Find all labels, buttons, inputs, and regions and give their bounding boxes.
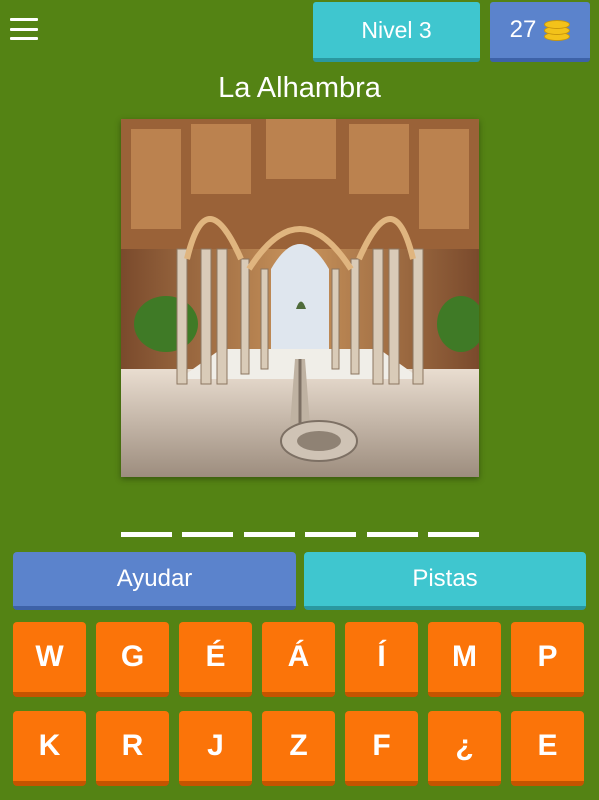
letter-key[interactable]: Á — [262, 622, 335, 697]
letter-key[interactable]: W — [13, 622, 86, 697]
answer-slot[interactable] — [121, 532, 172, 537]
answer-slot[interactable] — [366, 532, 418, 537]
answer-slot[interactable] — [305, 532, 357, 537]
hamburger-menu-icon[interactable] — [10, 18, 38, 40]
letter-key[interactable]: J — [179, 711, 252, 786]
hints-button-label: Pistas — [412, 565, 478, 592]
answer-slot[interactable] — [427, 532, 479, 537]
letter-key[interactable]: M — [428, 622, 501, 697]
answer-slot[interactable] — [182, 532, 234, 537]
letter-key[interactable]: Z — [262, 711, 335, 786]
coins-count: 27 — [509, 16, 537, 43]
puzzle-image — [121, 119, 479, 477]
puzzle-title: La Alhambra — [218, 72, 381, 104]
letter-key[interactable]: E — [511, 711, 584, 786]
coin-stack-icon — [544, 18, 571, 42]
letter-key[interactable]: G — [96, 622, 169, 697]
level-button[interactable]: Nivel 3 — [313, 2, 480, 62]
help-button[interactable]: Ayudar — [13, 552, 296, 610]
level-label: Nivel 3 — [361, 16, 432, 43]
answer-slots — [121, 532, 479, 538]
letter-key[interactable]: Í — [345, 622, 418, 697]
hints-button[interactable]: Pistas — [304, 552, 586, 610]
coins-button[interactable]: 27 — [490, 2, 590, 62]
letter-keyboard: W G É Á Í M P K R J Z F ¿ E — [13, 622, 586, 786]
letter-key[interactable]: R — [96, 711, 169, 786]
letter-key[interactable]: F — [345, 711, 418, 786]
letter-key[interactable]: P — [511, 622, 584, 697]
letter-key[interactable]: ¿ — [428, 711, 501, 786]
letter-key[interactable]: É — [179, 622, 252, 697]
letter-key[interactable]: K — [13, 711, 86, 786]
help-button-label: Ayudar — [116, 565, 193, 592]
answer-slot[interactable] — [243, 532, 295, 537]
alhambra-photo — [121, 119, 479, 477]
